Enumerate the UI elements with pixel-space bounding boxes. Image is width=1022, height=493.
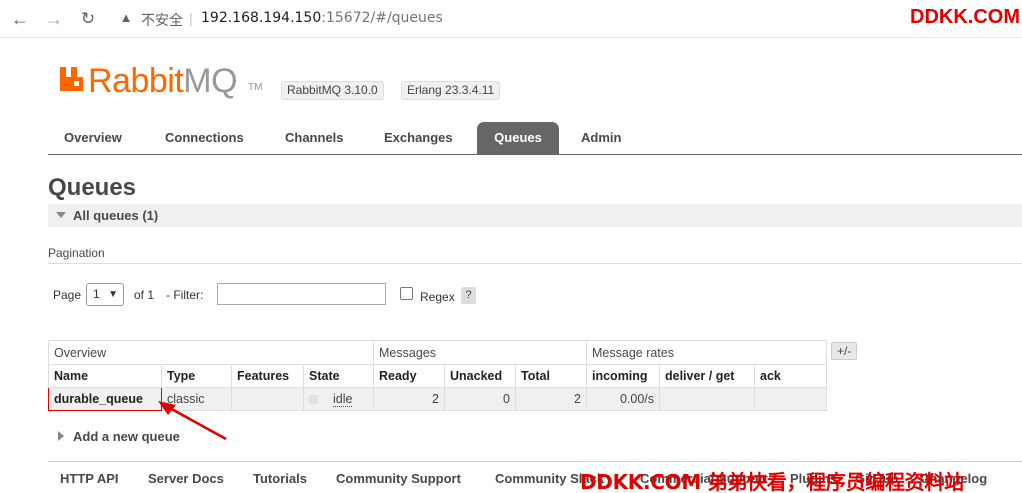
expand-triangle-icon bbox=[58, 431, 64, 441]
divider bbox=[48, 263, 1022, 264]
tab-channels[interactable]: Channels bbox=[273, 122, 356, 154]
security-status[interactable]: 不安全 bbox=[141, 10, 183, 30]
pagination-heading: Pagination bbox=[48, 246, 105, 260]
chevron-down-icon: ▼ bbox=[108, 289, 118, 300]
column-toggle-button[interactable]: +/- bbox=[831, 342, 858, 360]
regex-help-icon[interactable]: ? bbox=[461, 287, 476, 304]
logo-wordmark: RabbitMQ bbox=[88, 62, 238, 101]
group-header-message-rates: Message rates bbox=[586, 340, 827, 365]
annotation-arrow-icon bbox=[158, 401, 227, 441]
filter-label: - Filter: bbox=[166, 288, 204, 302]
page-select[interactable]: 1 ▼ bbox=[86, 283, 124, 306]
back-arrow-icon[interactable]: ← bbox=[8, 7, 32, 31]
column-header-ack[interactable]: ack bbox=[754, 364, 827, 388]
queue-ack-rate bbox=[754, 387, 827, 411]
column-header-incoming[interactable]: incoming bbox=[586, 364, 660, 388]
page-title: Queues bbox=[48, 174, 137, 201]
column-header-features[interactable]: Features bbox=[231, 364, 304, 388]
queue-state: idle bbox=[303, 387, 374, 411]
url-separator: | bbox=[189, 10, 193, 26]
filter-input[interactable] bbox=[217, 283, 386, 305]
address-bar[interactable]: 192.168.194.150:15672/#/queues bbox=[201, 10, 443, 26]
column-header-ready[interactable]: Ready bbox=[373, 364, 445, 388]
column-header-name[interactable]: Name bbox=[48, 364, 162, 388]
queue-state-text: idle bbox=[333, 392, 353, 407]
watermark-top: DDKK.COM bbox=[910, 6, 1020, 28]
page-select-value: 1 bbox=[93, 287, 100, 301]
url-host: 192.168.194.150 bbox=[201, 10, 322, 26]
tab-exchanges[interactable]: Exchanges bbox=[372, 122, 465, 154]
regex-checkbox[interactable] bbox=[400, 287, 413, 300]
queue-features bbox=[231, 387, 304, 411]
collapse-triangle-icon bbox=[56, 212, 66, 218]
column-header-total[interactable]: Total bbox=[515, 364, 587, 388]
state-indicator-icon bbox=[309, 395, 318, 405]
rabbitmq-logo-icon bbox=[60, 67, 83, 91]
group-header-messages: Messages bbox=[373, 340, 587, 365]
footer-link-http-api[interactable]: HTTP API bbox=[60, 471, 119, 486]
queue-ready: 2 bbox=[373, 387, 445, 411]
regex-label: Regex bbox=[420, 290, 455, 304]
logo-mq: MQ bbox=[183, 62, 238, 100]
queue-incoming-rate: 0.00/s bbox=[586, 387, 660, 411]
watermark-bottom: DDKK.COM 弟弟快看，程序员编程资料站 bbox=[580, 470, 964, 493]
footer-link-tutorials[interactable]: Tutorials bbox=[253, 471, 307, 486]
warning-icon[interactable]: ▲ bbox=[117, 9, 135, 27]
column-header-type[interactable]: Type bbox=[161, 364, 232, 388]
tab-queues[interactable]: Queues bbox=[477, 122, 559, 154]
reload-icon[interactable]: ↻ bbox=[76, 7, 100, 31]
logo-trademark: TM bbox=[248, 82, 263, 93]
column-header-state[interactable]: State bbox=[303, 364, 374, 388]
footer-divider bbox=[48, 461, 1022, 462]
url-path: :15672/#/queues bbox=[321, 10, 443, 26]
tab-overview[interactable]: Overview bbox=[52, 122, 134, 154]
forward-arrow-icon[interactable]: → bbox=[42, 7, 66, 31]
section-title: All queues (1) bbox=[73, 208, 159, 223]
rabbitmq-version-badge: RabbitMQ 3.10.0 bbox=[281, 81, 384, 100]
logo-rabbit: Rabbit bbox=[88, 62, 184, 100]
page-label: Page bbox=[53, 288, 82, 302]
queue-deliver-get-rate bbox=[659, 387, 755, 411]
all-queues-section-toggle[interactable]: All queues (1) bbox=[48, 204, 1022, 227]
main-nav-tabs: Overview Connections Channels Exchanges … bbox=[48, 122, 1022, 155]
tab-connections[interactable]: Connections bbox=[153, 122, 256, 154]
footer-link-community-support[interactable]: Community Support bbox=[336, 471, 461, 486]
tab-admin[interactable]: Admin bbox=[569, 122, 633, 154]
queue-name-link[interactable]: durable_queue bbox=[48, 387, 162, 411]
group-header-overview: Overview bbox=[48, 340, 374, 365]
browser-toolbar: ← → ↻ ▲ 不安全 | 192.168.194.150:15672/#/qu… bbox=[0, 0, 1022, 38]
erlang-version-badge: Erlang 23.3.4.11 bbox=[401, 81, 501, 100]
queue-total: 2 bbox=[515, 387, 587, 411]
page-count: of 1 bbox=[134, 288, 155, 302]
column-header-deliver-get[interactable]: deliver / get bbox=[659, 364, 755, 388]
queue-unacked: 0 bbox=[444, 387, 516, 411]
column-header-unacked[interactable]: Unacked bbox=[444, 364, 516, 388]
footer-link-server-docs[interactable]: Server Docs bbox=[148, 471, 224, 486]
